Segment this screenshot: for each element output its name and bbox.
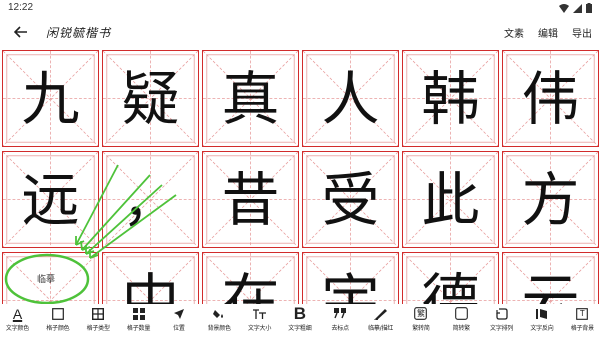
grid-cell[interactable]: 疑 bbox=[102, 50, 199, 147]
cell-color-icon bbox=[51, 304, 64, 323]
cell-background-tool[interactable]: T 格子背景 bbox=[568, 304, 597, 337]
cell-count-tool[interactable]: 格子数量 bbox=[124, 304, 153, 337]
font-color-icon: A bbox=[12, 305, 23, 322]
appbar-actions: 文素 编辑 导出 bbox=[504, 25, 592, 40]
grid-cell[interactable]: 宇 bbox=[302, 252, 399, 306]
background-color-tool[interactable]: 背景颜色 bbox=[205, 304, 234, 337]
grid-cell[interactable]: 在 bbox=[202, 252, 299, 306]
grid-character: ， bbox=[121, 165, 180, 234]
cell-type-tool[interactable]: 格子类型 bbox=[84, 304, 113, 337]
tool-label: 简转繁 bbox=[452, 325, 471, 332]
tool-label: 去标点 bbox=[331, 325, 350, 332]
bottom-toolbar: A 文字颜色 格子颜色 格子类型 格子数量 位置 背景颜色 文字大小 B 文字粗细 去标点 临摹/描红… bbox=[0, 304, 600, 337]
tool-label: 位置 bbox=[173, 325, 185, 332]
status-icons bbox=[559, 3, 592, 13]
font-color-tool[interactable]: A 文字颜色 bbox=[3, 304, 32, 337]
text-direction-tool[interactable]: 文字反向 bbox=[527, 304, 556, 337]
grid-character: 德 bbox=[421, 266, 480, 307]
grid-character: 宇 bbox=[321, 266, 380, 307]
app-bar: 闲锐毓楷书 文素 编辑 导出 bbox=[0, 18, 600, 46]
tool-label: 格子颜色 bbox=[46, 325, 70, 332]
text-button[interactable]: 文素 bbox=[504, 25, 524, 40]
tool-label: 临摹/描红 bbox=[368, 325, 394, 332]
traditional-tool[interactable]: 繁繁转简 bbox=[406, 304, 435, 337]
tool-label: 背景颜色 bbox=[207, 325, 231, 332]
grid-character: 云 bbox=[521, 266, 580, 307]
font-size-tool[interactable]: 文字大小 bbox=[245, 304, 274, 337]
tool-label: 格子背景 bbox=[570, 325, 594, 332]
cell-type-icon bbox=[92, 304, 105, 323]
tool-label: 文字排列 bbox=[490, 325, 514, 332]
grid-character: 中 bbox=[121, 266, 180, 307]
battery-icon bbox=[586, 3, 592, 13]
simplified-icon bbox=[454, 304, 468, 323]
punctuation-icon bbox=[334, 304, 347, 323]
grid-character: 此 bbox=[421, 165, 480, 234]
grid-character: 人 bbox=[321, 64, 380, 133]
grid-character: 真 bbox=[221, 64, 280, 133]
traditional-icon: 繁 bbox=[414, 307, 428, 320]
wifi-icon bbox=[559, 3, 569, 13]
grid-cell[interactable]: 韩 bbox=[402, 50, 499, 147]
text-order-icon bbox=[495, 304, 508, 323]
position-tool[interactable]: 位置 bbox=[164, 304, 193, 337]
simplified-tool[interactable]: 简转繁 bbox=[447, 304, 476, 337]
background-color-icon bbox=[213, 304, 225, 323]
grid-character: 远 bbox=[21, 165, 80, 234]
grid-cell[interactable]: 德 bbox=[402, 252, 499, 306]
text-order-tool[interactable]: 文字排列 bbox=[487, 304, 516, 337]
page-title: 闲锐毓楷书 bbox=[46, 26, 112, 40]
signal-icon bbox=[573, 3, 582, 13]
bold-icon: B bbox=[293, 303, 307, 323]
grid-character: 昔 bbox=[221, 165, 280, 234]
status-time: 12:22 bbox=[8, 2, 34, 13]
grid-cell[interactable]: 伟 bbox=[502, 50, 599, 147]
tracing-style-tool[interactable]: 临摹/描红 bbox=[366, 304, 395, 337]
tool-label: 文字反向 bbox=[530, 325, 554, 332]
tool-label: 繁转简 bbox=[412, 325, 430, 332]
grid-cell[interactable]: 此 bbox=[402, 151, 499, 248]
font-size-icon bbox=[252, 304, 267, 323]
calligraphy-grid: 九疑真人韩伟远 ， 昔受此方中在宇德云 bbox=[0, 48, 600, 306]
tracing-button[interactable]: 临摹 bbox=[24, 272, 68, 288]
grid-character: 韩 bbox=[421, 64, 480, 133]
arrow-left-icon bbox=[14, 26, 27, 38]
grid-cell[interactable]: 受 bbox=[302, 151, 399, 248]
grid-character: 在 bbox=[221, 266, 280, 307]
punctuation-tool[interactable]: 去标点 bbox=[326, 304, 355, 337]
grid-cell[interactable]: 真 bbox=[202, 50, 299, 147]
tracing-style-icon bbox=[373, 304, 388, 323]
export-button[interactable]: 导出 bbox=[572, 25, 592, 40]
grid-cell[interactable]: 云 bbox=[502, 252, 599, 306]
tool-label: 格子类型 bbox=[86, 325, 110, 332]
tool-label: 文字粗细 bbox=[288, 325, 312, 332]
tool-label: 文字颜色 bbox=[5, 325, 30, 332]
status-bar: 12:22 bbox=[0, 0, 600, 16]
grid-cell[interactable]: 远 bbox=[2, 151, 99, 248]
text-direction-icon bbox=[535, 304, 548, 323]
bold-tool[interactable]: B 文字粗细 bbox=[285, 304, 314, 337]
grid-character: 方 bbox=[521, 165, 580, 234]
edit-button[interactable]: 编辑 bbox=[538, 25, 558, 40]
position-icon bbox=[173, 304, 185, 323]
tool-label: 文字大小 bbox=[247, 325, 272, 332]
cell-background-icon: T bbox=[576, 304, 589, 323]
grid-character: 受 bbox=[321, 165, 380, 234]
grid-character: 九 bbox=[21, 64, 80, 133]
tool-label: 格子数量 bbox=[126, 325, 151, 332]
grid-cell[interactable]: 九 bbox=[2, 50, 99, 147]
grid-cell[interactable]: 中 bbox=[102, 252, 199, 306]
grid-cell[interactable]: ， bbox=[102, 151, 199, 248]
grid-cell[interactable]: 方 bbox=[502, 151, 599, 248]
cell-color-tool[interactable]: 格子颜色 bbox=[43, 304, 72, 337]
grid-character: 伟 bbox=[521, 64, 580, 133]
grid-character: 疑 bbox=[121, 64, 180, 133]
cell-count-icon bbox=[132, 304, 145, 323]
grid-cell[interactable]: 昔 bbox=[202, 151, 299, 248]
back-button[interactable] bbox=[10, 21, 32, 43]
grid-cell[interactable]: 人 bbox=[302, 50, 399, 147]
